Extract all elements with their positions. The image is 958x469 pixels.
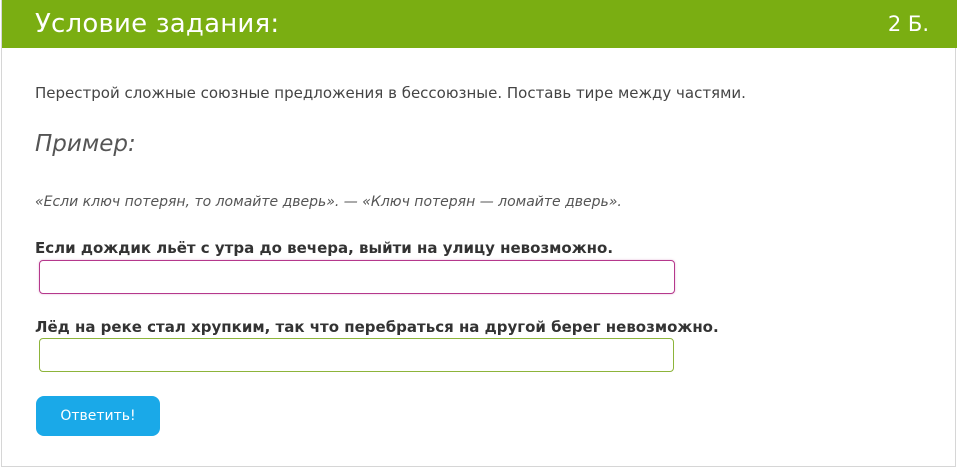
example-heading: Пример: xyxy=(35,131,136,157)
submit-button[interactable]: Ответить! xyxy=(36,396,160,436)
task-points: 2 Б. xyxy=(887,12,929,36)
question-2-sentence: Лёд на реке стал хрупким, так что перебр… xyxy=(35,318,719,336)
task-card: Условие задания: 2 Б. Перестрой сложные … xyxy=(1,0,957,467)
task-header: Условие задания: 2 Б. xyxy=(2,0,957,48)
answer-2-input[interactable] xyxy=(39,338,674,372)
question-1-sentence: Если дождик льёт с утра до вечера, выйти… xyxy=(35,239,614,257)
answer-1-input[interactable] xyxy=(39,260,675,294)
task-title: Условие задания: xyxy=(35,9,280,39)
task-instruction: Перестрой сложные союзные предложения в … xyxy=(35,84,746,102)
example-text: «Если ключ потерян, то ломайте дверь». —… xyxy=(35,194,622,210)
